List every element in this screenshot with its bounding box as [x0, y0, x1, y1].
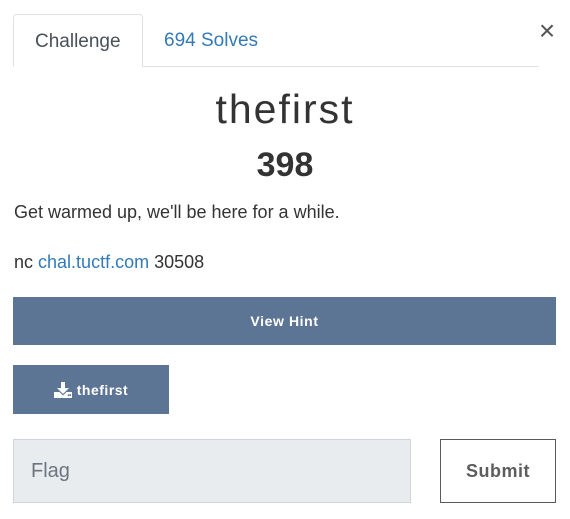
connection-host-link[interactable]: chal.tuctf.com: [38, 252, 149, 272]
download-icon: [53, 381, 72, 398]
submit-button[interactable]: Submit: [440, 439, 556, 503]
tab-solves[interactable]: 694 Solves: [143, 14, 279, 67]
connection-info: nc chal.tuctf.com 30508: [14, 252, 204, 273]
close-icon[interactable]: ×: [536, 17, 558, 45]
download-file-button[interactable]: thefirst: [13, 365, 169, 414]
challenge-title: thefirst: [215, 86, 355, 132]
flag-input[interactable]: [13, 439, 411, 503]
tab-challenge[interactable]: Challenge: [13, 14, 143, 67]
view-hint-button[interactable]: View Hint: [13, 297, 556, 345]
challenge-description: Get warmed up, we'll be here for a while…: [14, 202, 340, 222]
connection-port: 30508: [154, 252, 205, 272]
file-name-label: thefirst: [76, 381, 129, 398]
challenge-tabs: Challenge 694 Solves: [13, 14, 539, 67]
connection-prefix: nc: [14, 252, 34, 272]
challenge-points: 398: [256, 146, 314, 184]
